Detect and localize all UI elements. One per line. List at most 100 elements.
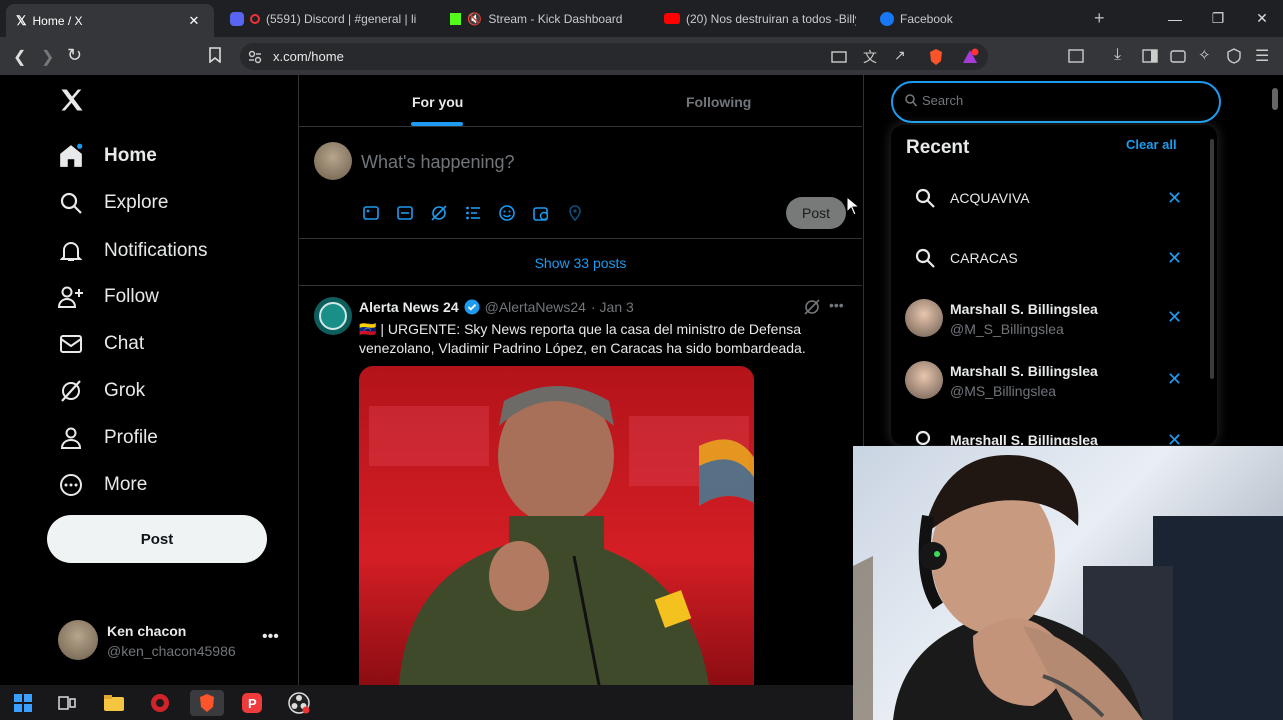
tab-title: (20) Nos destruiran a todos -Billy	[686, 11, 856, 26]
remove-recent-icon[interactable]: ✕	[1167, 430, 1182, 445]
tweet-avatar[interactable]	[314, 297, 352, 335]
close-window-button[interactable]: ✕	[1240, 0, 1283, 37]
gif-icon[interactable]	[397, 205, 413, 221]
cast-icon[interactable]	[831, 50, 847, 64]
tweet-text: 🇻🇪 | URGENTE: Sky News reporta que la ca…	[359, 321, 806, 356]
file-explorer-icon[interactable]	[101, 690, 127, 716]
recent-query: ACQUAVIVA	[950, 190, 1030, 206]
tab-following[interactable]: Following	[686, 94, 751, 110]
recent-search-item[interactable]: ACQUAVIVA ✕	[891, 176, 1217, 220]
poll-icon[interactable]	[465, 205, 481, 221]
minimize-button[interactable]: —	[1153, 0, 1197, 37]
clear-all-button[interactable]: Clear all	[1126, 137, 1177, 152]
divider	[299, 238, 862, 239]
sidebar-item-grok[interactable]: Grok	[58, 371, 145, 411]
sidebar-item-label: Home	[104, 145, 157, 166]
brave-rewards-icon[interactable]	[961, 48, 979, 66]
tweet-media-image[interactable]	[359, 366, 754, 685]
page-scrollbar[interactable]	[1272, 88, 1278, 110]
sidebar-item-follow[interactable]: Follow	[58, 277, 159, 317]
grok-icon[interactable]	[804, 299, 820, 315]
brave-browser-icon[interactable]	[190, 690, 224, 716]
x-logo-icon[interactable]	[58, 86, 86, 114]
sidebar-item-explore[interactable]: Explore	[58, 183, 168, 223]
obs-icon[interactable]	[286, 690, 312, 716]
composer-avatar	[314, 142, 352, 180]
divider	[299, 126, 862, 127]
sidebar-item-chat[interactable]: Chat	[58, 324, 144, 364]
show-posts-link[interactable]: Show 33 posts	[299, 255, 862, 271]
sidebar-item-home[interactable]: Home	[58, 136, 157, 176]
venezuela-flag-icon: 🇻🇪	[359, 321, 377, 337]
sidebar-item-more[interactable]: More	[58, 465, 147, 505]
sidebar-toggle-icon[interactable]	[1142, 48, 1158, 64]
tab-for-you[interactable]: For you	[412, 94, 463, 110]
translate-icon[interactable]: 文	[863, 47, 877, 67]
app-red-icon[interactable]	[147, 690, 173, 716]
remove-recent-icon[interactable]: ✕	[1167, 188, 1182, 209]
recent-user-item[interactable]: Marshall S. Billingslea @MS_Billingslea …	[891, 357, 1217, 405]
youtube-icon	[664, 13, 680, 24]
tab-facebook[interactable]: Facebook	[880, 4, 1070, 33]
tweet-more-icon[interactable]: •••	[829, 297, 844, 313]
recent-search-item[interactable]: CARACAS ✕	[891, 236, 1217, 280]
recent-user-handle: @MS_Billingslea	[950, 383, 1057, 399]
recent-search-item[interactable]: Marshall S. Billingslea ✕	[891, 428, 1217, 445]
recent-user-item[interactable]: Marshall S. Billingslea @M_S_Billingslea…	[891, 295, 1217, 343]
account-menu-icon[interactable]: •••	[262, 628, 279, 646]
reload-icon[interactable]: ↻	[67, 45, 82, 66]
leo-ai-icon[interactable]: ✧	[1198, 46, 1211, 64]
bell-icon	[58, 238, 84, 264]
search-recent-dropdown: Recent Clear all ACQUAVIVA ✕ CARACAS ✕ M…	[891, 125, 1217, 445]
sidebar-item-notifications[interactable]: Notifications	[58, 231, 208, 271]
grok-icon[interactable]	[431, 205, 447, 221]
schedule-icon[interactable]	[533, 205, 549, 221]
remove-recent-icon[interactable]: ✕	[1167, 369, 1182, 390]
forward-icon[interactable]: ❯	[41, 47, 54, 67]
mail-icon	[58, 331, 84, 357]
task-view-icon[interactable]	[54, 690, 80, 716]
search-icon	[915, 188, 935, 208]
remove-recent-icon[interactable]: ✕	[1167, 248, 1182, 269]
image-icon[interactable]	[363, 205, 379, 221]
back-icon[interactable]: ❮	[13, 47, 26, 67]
tweet-date[interactable]: · Jan 3	[591, 299, 634, 315]
tab-title: Stream - Kick Dashboard	[488, 11, 623, 26]
more-circle-icon	[58, 472, 84, 498]
remove-recent-icon[interactable]: ✕	[1167, 307, 1182, 328]
avatar[interactable]	[58, 620, 98, 660]
location-icon[interactable]	[567, 205, 583, 221]
tab-search-icon[interactable]	[1068, 48, 1084, 64]
new-tab-button[interactable]: +	[1094, 8, 1105, 29]
brave-shield-icon[interactable]	[928, 48, 944, 66]
x-logo-icon: 𝕏	[16, 12, 27, 28]
post-button[interactable]: Post	[47, 515, 267, 563]
download-icon[interactable]: ⤓	[1114, 46, 1121, 64]
wallet-icon[interactable]	[1170, 48, 1186, 64]
emoji-icon[interactable]	[499, 205, 515, 221]
tab-discord[interactable]: (5591) Discord | #general | ligo	[230, 4, 420, 33]
discord-icon	[230, 11, 244, 26]
site-settings-icon[interactable]	[248, 50, 262, 64]
composer-input[interactable]: What's happening?	[361, 152, 515, 173]
bookmark-icon[interactable]	[208, 47, 222, 63]
close-tab-icon[interactable]: ✕	[188, 13, 199, 29]
menu-icon[interactable]: ☰	[1255, 46, 1269, 66]
app-p-icon[interactable]: P	[239, 690, 265, 716]
sidebar-item-label: Profile	[104, 427, 158, 448]
maximize-button[interactable]: ❐	[1196, 0, 1240, 37]
share-icon[interactable]: ↗	[894, 47, 906, 64]
tab-youtube[interactable]: (20) Nos destruiran a todos -Billy	[664, 4, 864, 33]
windows-start-icon[interactable]	[10, 690, 36, 716]
tweet-handle[interactable]: @AlertaNews24	[485, 299, 586, 315]
composer-post-button[interactable]: Post	[786, 197, 846, 229]
vpn-icon[interactable]	[1226, 48, 1242, 64]
tab-kick[interactable]: 🔇 Stream - Kick Dashboard	[450, 4, 650, 33]
dropdown-scrollbar[interactable]	[1210, 139, 1214, 379]
recent-query: Marshall S. Billingslea	[950, 432, 1098, 445]
tweet-author[interactable]: Alerta News 24	[359, 299, 459, 315]
tab-x-home[interactable]: 𝕏 Home / X ✕	[6, 4, 214, 37]
mouse-cursor-icon	[846, 196, 860, 216]
sidebar-item-profile[interactable]: Profile	[58, 418, 158, 458]
account-handle: @ken_chacon45986	[107, 643, 236, 659]
